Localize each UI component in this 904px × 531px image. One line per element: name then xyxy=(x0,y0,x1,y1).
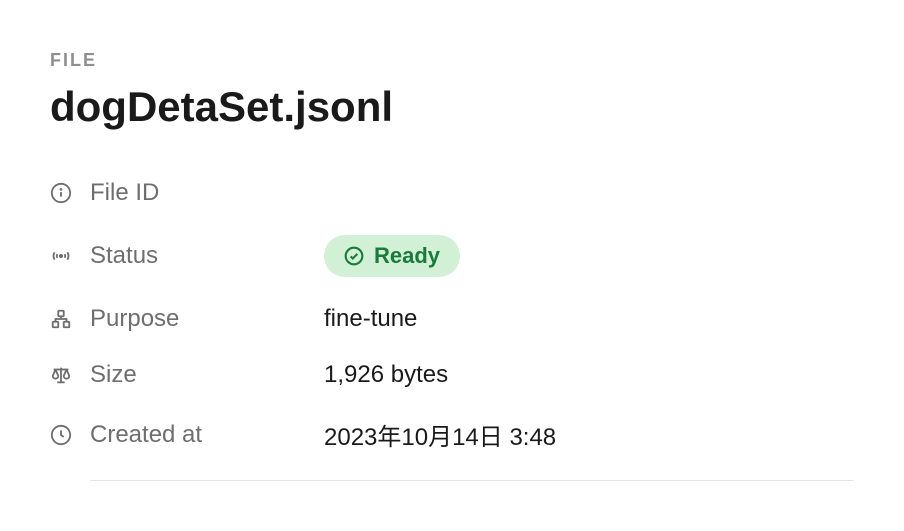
section-eyebrow: FILE xyxy=(50,50,854,71)
check-circle-icon xyxy=(344,246,364,266)
label-group: Status xyxy=(50,242,324,270)
status-value: Ready xyxy=(374,243,440,269)
clock-icon xyxy=(50,424,72,446)
file-detail-panel: FILE dogDetaSet.jsonl File ID xyxy=(50,50,854,481)
row-file-id: File ID xyxy=(50,179,854,207)
divider xyxy=(90,480,854,481)
file-id-label: File ID xyxy=(90,179,159,207)
row-created-at: Created at 2023年10月14日 3:48 xyxy=(50,417,854,452)
purpose-label: Purpose xyxy=(90,305,179,333)
row-status: Status Ready xyxy=(50,235,854,277)
broadcast-icon xyxy=(50,245,72,267)
size-label: Size xyxy=(90,361,137,389)
file-title: dogDetaSet.jsonl xyxy=(50,83,854,131)
label-group: Purpose xyxy=(50,305,324,333)
row-purpose: Purpose fine-tune xyxy=(50,305,854,333)
size-value: 1,926 bytes xyxy=(324,361,448,389)
label-group: Size xyxy=(50,361,324,389)
label-group: File ID xyxy=(50,179,324,207)
purpose-value: fine-tune xyxy=(324,305,417,333)
status-badge: Ready xyxy=(324,235,460,277)
status-label: Status xyxy=(90,242,158,270)
created-at-label: Created at xyxy=(90,421,202,449)
created-at-value: 2023年10月14日 3:48 xyxy=(324,417,556,452)
label-group: Created at xyxy=(50,421,324,449)
row-size: Size 1,926 bytes xyxy=(50,361,854,389)
hierarchy-icon xyxy=(50,308,72,330)
file-details: File ID Status xyxy=(50,179,854,452)
scale-icon xyxy=(50,364,72,386)
info-icon xyxy=(50,182,72,204)
